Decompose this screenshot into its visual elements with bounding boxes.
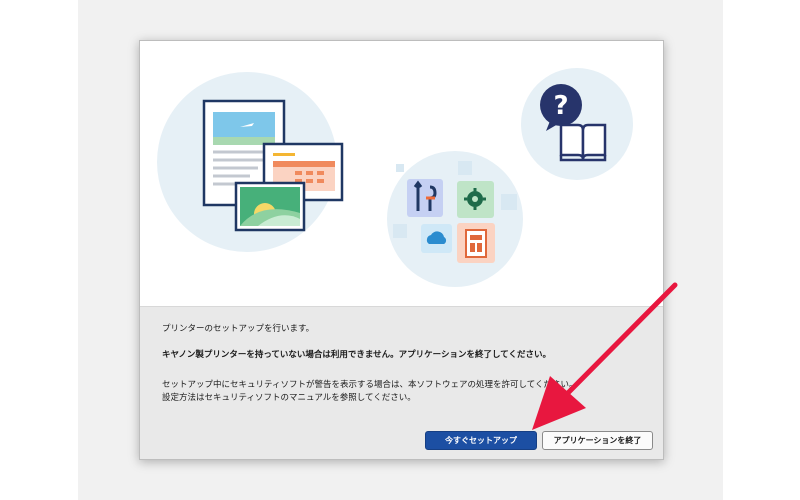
illustration-area: ?	[140, 41, 663, 306]
setup-now-button[interactable]: 今すぐセットアップ	[425, 431, 537, 450]
info-pane: プリンターのセットアップを行います。 キヤノン製プリンターを持っていない場合は利…	[140, 306, 663, 459]
decor-square	[396, 164, 404, 172]
cloud-icon	[421, 224, 452, 253]
layout-icon	[457, 223, 495, 263]
svg-text:?: ?	[553, 91, 568, 121]
hero-illustration: ?	[157, 68, 633, 287]
setup-dialog: ? プリンターのセットアップを行います。 キヤノン製プリンターを持っていない場合…	[139, 40, 664, 460]
canon-requirement-text: キヤノン製プリンターを持っていない場合は利用できません。アプリケーションを終了し…	[162, 350, 551, 360]
gear-icon	[457, 181, 494, 218]
setup-notice-text: プリンターのセットアップを行います。	[162, 324, 315, 334]
exit-application-button[interactable]: アプリケーションを終了	[542, 431, 653, 450]
apps-circle	[387, 151, 523, 287]
decor-square	[393, 224, 407, 238]
book-icon	[559, 123, 607, 162]
security-warning-line2: 設定方法はセキュリティソフトのマニュアルを参照してください。	[162, 393, 416, 403]
tools-icon	[407, 179, 443, 217]
decor-square	[458, 161, 472, 175]
security-warning-line1: セットアップ中にセキュリティソフトが警告を表示する場合は、本ソフトウェアの処理を…	[162, 380, 578, 390]
decor-square	[501, 194, 517, 210]
